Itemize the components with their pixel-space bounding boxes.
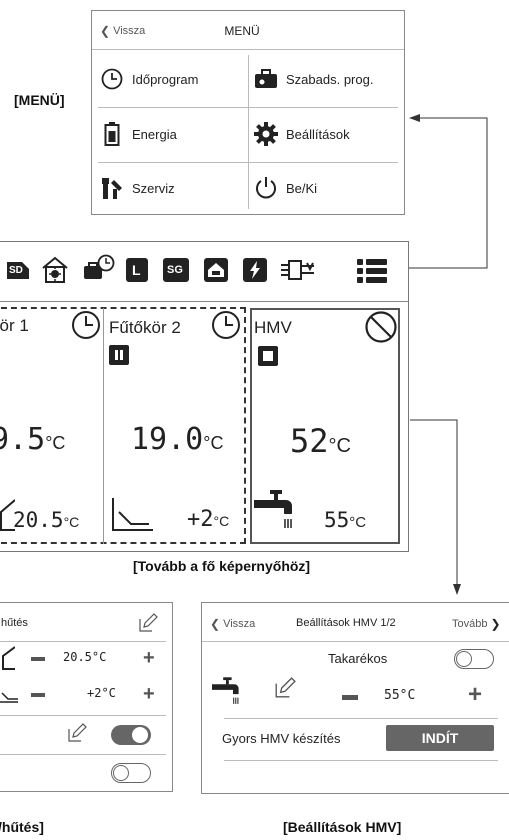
right-caption: [Beállítások HMV] [283, 819, 402, 835]
faucet-icon [212, 677, 240, 712]
chevron-right-icon: ❯ [490, 617, 501, 631]
menu-list-icon[interactable] [357, 258, 387, 289]
clock-icon [211, 310, 241, 345]
plus-button[interactable]: + [143, 684, 155, 704]
main-screen: SD L SG kör 1 [0, 241, 409, 552]
start-button[interactable]: INDÍT [386, 725, 494, 751]
panel-divider [0, 641, 166, 642]
bolt-icon [242, 257, 268, 288]
value-display: 20.5°C [63, 650, 107, 664]
start-button-label: INDÍT [421, 730, 459, 746]
hmv-next-button[interactable]: Tovább ❯ [452, 617, 501, 631]
clock-icon [71, 310, 101, 345]
zone-setpoint: 20.5°C [13, 508, 80, 532]
zone-offset: +2°C [187, 507, 230, 532]
minus-button[interactable] [31, 693, 45, 697]
faucet-icon [254, 490, 294, 537]
toggle-on[interactable] [111, 725, 151, 745]
panel-divider [202, 641, 509, 642]
zone-temp: 19.0°C [131, 422, 224, 457]
heating-curve-icon [111, 496, 155, 537]
status-divider [0, 301, 408, 302]
left-settings-panel: hűtés 20.5°C + +2°C + [0, 602, 173, 792]
hmv-settings-panel: ❮ Vissza Beállítások HMV 1/2 Tovább ❯ Ta… [201, 602, 509, 794]
panel-divider [0, 754, 166, 755]
zone-hmv-tile[interactable]: HMV 52°C 55°C [250, 308, 400, 544]
main-caption: [Tovább a fő képernyőhöz] [133, 558, 311, 574]
edit-icon[interactable] [274, 677, 296, 704]
stop-icon [258, 346, 278, 371]
panel-divider [0, 715, 166, 716]
plus-button[interactable]: + [143, 648, 155, 668]
zone-divider [103, 308, 104, 544]
house-icon [1, 645, 16, 676]
status-bar: SD L SG [0, 242, 408, 300]
panel-title: hűtés [1, 617, 28, 629]
back-label: Vissza [223, 618, 256, 630]
plus-button[interactable]: + [468, 683, 482, 707]
next-label: Tovább [452, 618, 488, 630]
panel-title: Beállítások HMV 1/2 [296, 617, 396, 629]
zone-1-tile[interactable]: kör 1 9.5°C 20.5°C [0, 310, 103, 542]
house-heat-icon [203, 257, 229, 288]
zone-2-tile[interactable]: Fűtőkör 2 19.0°C +2°C [105, 310, 245, 542]
minus-button[interactable] [342, 695, 358, 700]
sun-house-icon [41, 256, 69, 289]
chevron-left-icon: ❮ [210, 617, 221, 631]
panel-divider [224, 760, 498, 761]
zone-name: kör 1 [0, 316, 29, 335]
schedule-icon [83, 254, 115, 289]
zone-target: 55°C [324, 508, 367, 532]
value-display: +2°C [87, 686, 116, 700]
zone-temp: 52°C [290, 422, 351, 460]
sg-icon: SG [163, 258, 189, 282]
disabled-icon [364, 310, 398, 349]
left-caption: /hűtés] [0, 819, 44, 835]
l-icon: L [126, 258, 148, 282]
hmv-back-button[interactable]: ❮ Vissza [210, 617, 255, 631]
edit-icon[interactable] [138, 613, 158, 638]
toggle-off[interactable] [111, 763, 151, 783]
eco-label: Takarékos [328, 651, 388, 666]
eco-toggle[interactable] [454, 649, 494, 669]
zone-name: Fűtőkör 2 [109, 318, 181, 337]
heating-curve-icon [0, 685, 19, 708]
heatpump-icon [280, 258, 316, 287]
minus-button[interactable] [31, 657, 45, 661]
zone-name: HMV [254, 318, 292, 337]
panel-divider [224, 718, 498, 719]
sd-icon: SD [5, 259, 31, 281]
quick-hmv-label: Gyors HMV készítés [222, 731, 341, 746]
zone-temp: 9.5°C [0, 422, 66, 457]
edit-icon[interactable] [67, 723, 87, 748]
pause-icon [109, 345, 129, 370]
temp-display: 55°C [384, 688, 416, 703]
